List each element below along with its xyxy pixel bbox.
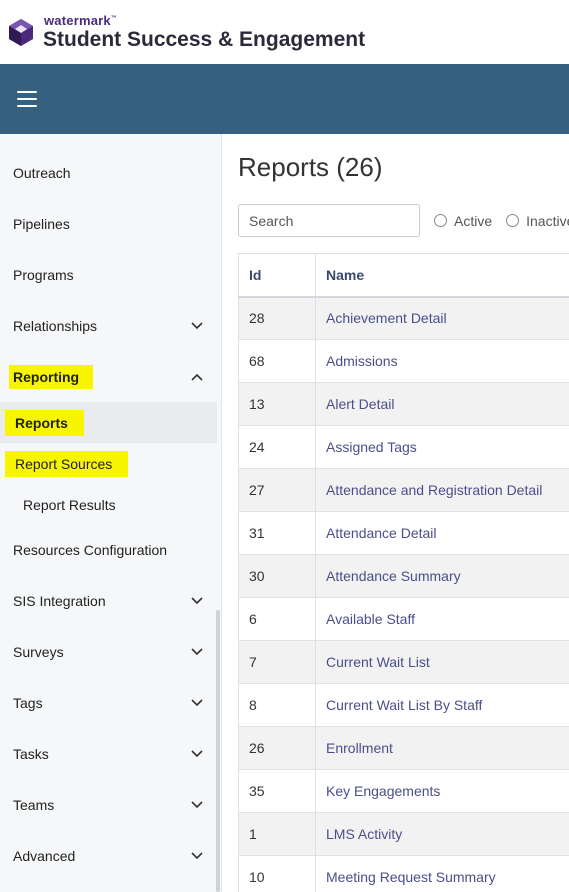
row-id: 13: [238, 382, 316, 426]
sidebar-item-reporting[interactable]: Reporting: [0, 351, 221, 402]
report-link[interactable]: Assigned Tags: [326, 439, 417, 455]
sidebar-item-programs[interactable]: Programs: [0, 249, 221, 300]
row-id: 8: [238, 683, 316, 727]
sidebar-item-tags[interactable]: Tags: [0, 677, 221, 728]
report-link[interactable]: Admissions: [326, 353, 398, 369]
chevron-down-icon: [190, 696, 204, 710]
table-row: 7 Current Wait List: [238, 640, 569, 684]
radio-inactive[interactable]: Inactive: [506, 213, 569, 229]
table-row: 24 Assigned Tags: [238, 425, 569, 469]
sidebar-item-pipelines[interactable]: Pipelines: [0, 198, 221, 249]
row-id: 68: [238, 339, 316, 383]
sidebar-item-label: Reporting: [9, 364, 94, 389]
sidebar-item-outreach[interactable]: Outreach: [0, 147, 221, 198]
report-link[interactable]: Key Engagements: [326, 783, 440, 799]
chevron-down-icon: [190, 747, 204, 761]
chevron-down-icon: [190, 849, 204, 863]
row-id: 31: [238, 511, 316, 555]
filter-bar: Active Inactive: [238, 204, 569, 237]
table-row: 28 Achievement Detail: [238, 296, 569, 340]
table-row: 68 Admissions: [238, 339, 569, 383]
brand-header: watermark™ Student Success & Engagement: [0, 0, 569, 64]
sidebar-item-resources-configuration[interactable]: Resources Configuration: [0, 525, 221, 575]
table-row: 1 LMS Activity: [238, 812, 569, 856]
report-link[interactable]: Enrollment: [326, 740, 393, 756]
table-row: 35 Key Engagements: [238, 769, 569, 813]
table-row: 13 Alert Detail: [238, 382, 569, 426]
table-row: 10 Meeting Request Summary: [238, 855, 569, 892]
chevron-down-icon: [190, 594, 204, 608]
row-id: 26: [238, 726, 316, 770]
sidebar-item-advanced[interactable]: Advanced: [0, 830, 221, 881]
column-header-name[interactable]: Name: [315, 253, 569, 298]
row-id: 28: [238, 296, 316, 340]
chevron-down-icon: [190, 319, 204, 333]
row-id: 7: [238, 640, 316, 684]
sidebar-item-surveys[interactable]: Surveys: [0, 626, 221, 677]
table-header-row: Id Name: [238, 253, 569, 298]
row-id: 30: [238, 554, 316, 598]
report-link[interactable]: Available Staff: [326, 611, 415, 627]
app-title: Student Success & Engagement: [43, 28, 366, 51]
radio-circle-icon[interactable]: [506, 214, 520, 227]
report-link[interactable]: Meeting Request Summary: [326, 869, 496, 885]
table-row: 30 Attendance Summary: [238, 554, 569, 598]
table-row: 6 Available Staff: [238, 597, 569, 641]
table-row: 27 Attendance and Registration Detail: [238, 468, 569, 512]
report-link[interactable]: Achievement Detail: [326, 310, 447, 326]
sidebar-item-relationships[interactable]: Relationships: [0, 300, 221, 351]
chevron-up-icon: [190, 370, 204, 384]
sidebar-subitem-report-sources[interactable]: Report Sources: [0, 443, 221, 484]
report-link[interactable]: Current Wait List: [326, 654, 430, 670]
radio-circle-icon[interactable]: [434, 214, 447, 227]
chevron-down-icon: [190, 798, 204, 812]
row-id: 24: [238, 425, 316, 469]
chevron-down-icon: [190, 645, 204, 659]
report-link[interactable]: Current Wait List By Staff: [326, 697, 482, 713]
report-link[interactable]: Attendance Detail: [326, 525, 437, 541]
sidebar-item-label: Reports: [5, 409, 84, 436]
column-header-id[interactable]: Id: [238, 253, 316, 298]
sidebar-item-sis-integration[interactable]: SIS Integration: [0, 575, 221, 626]
row-id: 35: [238, 769, 316, 813]
table-row: 8 Current Wait List By Staff: [238, 683, 569, 727]
table-row: 31 Attendance Detail: [238, 511, 569, 555]
row-id: 1: [238, 812, 316, 856]
sidebar-item-tasks[interactable]: Tasks: [0, 728, 221, 779]
sidebar-scrollbar[interactable]: [216, 610, 220, 892]
top-navbar: [0, 64, 569, 134]
reports-table: Id Name 28 Achievement Detail 68 Admission…: [238, 253, 569, 892]
report-link[interactable]: Alert Detail: [326, 396, 394, 412]
radio-active[interactable]: Active: [434, 213, 492, 229]
search-input[interactable]: [238, 204, 420, 237]
watermark-logo-icon: [9, 19, 33, 46]
report-link[interactable]: LMS Activity: [326, 826, 402, 842]
menu-hamburger-icon[interactable]: [17, 91, 37, 107]
brand-wordmark: watermark™: [44, 13, 118, 28]
main-content: Reports (26) Active Inactive Id Name 28 A…: [222, 134, 569, 892]
sidebar: Outreach Pipelines Programs Relationship…: [0, 134, 222, 892]
report-link[interactable]: Attendance Summary: [326, 568, 461, 584]
sidebar-subitem-report-results[interactable]: Report Results: [0, 484, 221, 525]
page-title: Reports (26): [238, 152, 383, 182]
row-id: 27: [238, 468, 316, 512]
row-id: 10: [238, 855, 316, 892]
table-row: 26 Enrollment: [238, 726, 569, 770]
sidebar-item-teams[interactable]: Teams: [0, 779, 221, 830]
sidebar-subitem-reports[interactable]: Reports: [0, 402, 217, 443]
sidebar-item-label: Report Sources: [5, 450, 129, 477]
row-id: 6: [238, 597, 316, 641]
report-link[interactable]: Attendance and Registration Detail: [326, 482, 542, 498]
